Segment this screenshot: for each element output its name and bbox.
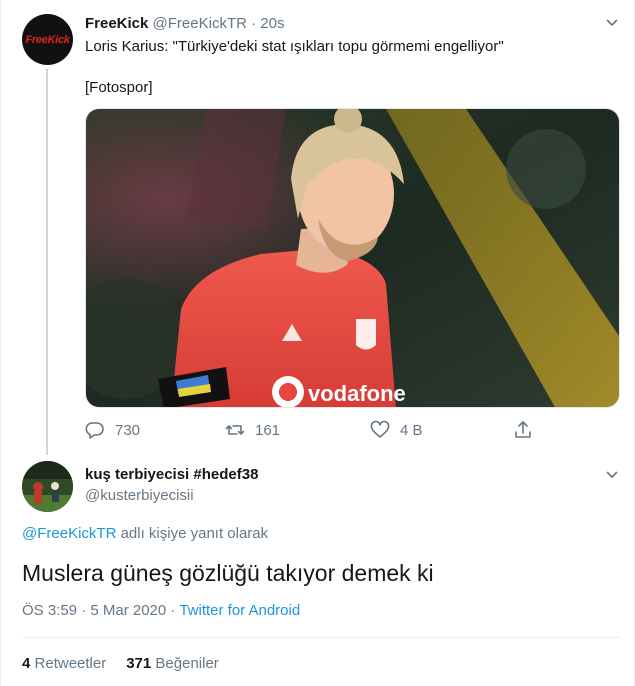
replying-to: @FreeKickTR adlı kişiye yanıt olarak xyxy=(22,525,268,542)
share-action[interactable] xyxy=(513,420,543,440)
retweets-stat[interactable]: 4 Retweetler xyxy=(22,655,106,672)
reply-client-link[interactable]: Twitter for Android xyxy=(179,602,300,619)
kusterbiyecisi-avatar[interactable] xyxy=(22,461,73,512)
chevron-down-icon[interactable] xyxy=(606,469,618,481)
tweet-photo[interactable]: vodafone xyxy=(85,108,620,408)
share-icon xyxy=(515,421,531,438)
parent-tweet-header: FreeKick @FreeKickTR · 20s xyxy=(85,14,284,34)
reply-handle[interactable]: @kusterbiyecisii xyxy=(85,487,194,504)
jersey-sponsor-text: vodafone xyxy=(308,381,406,406)
parent-tweet-actions: 730 161 4 B xyxy=(85,420,545,442)
like-action[interactable]: 4 B xyxy=(370,420,423,440)
replying-suffix: adlı kişiye yanıt olarak xyxy=(116,525,269,542)
retweet-total: 4 xyxy=(22,655,31,672)
header-separator: · xyxy=(251,15,257,32)
thread-line xyxy=(46,69,48,455)
reply-count: 730 xyxy=(115,421,141,439)
reply-display-name[interactable]: kuş terbiyecisi #hedef38 xyxy=(85,466,258,483)
parent-tweet-source: [Fotospor] xyxy=(85,79,153,96)
freekick-avatar[interactable]: FreeKick xyxy=(22,14,73,65)
reply-stats: 4 Retweetler 371 Beğeniler xyxy=(22,655,219,672)
retweet-count: 161 xyxy=(255,421,281,439)
reply-icon xyxy=(85,422,104,439)
freekick-logo-text: FreeKick xyxy=(25,33,70,46)
likes-stat[interactable]: 371 Beğeniler xyxy=(126,655,219,672)
goalkeeper-photo-illustration: vodafone xyxy=(86,109,619,407)
retweet-label: Retweetler xyxy=(34,655,107,672)
reply-tweet-text: Muslera güneş gözlüğü takıyor demek ki xyxy=(22,560,434,586)
parent-tweet-text: Loris Karius: "Türkiye'deki stat ışıklar… xyxy=(85,38,504,55)
divider xyxy=(22,637,620,638)
retweet-icon xyxy=(225,425,245,435)
reply-metadata: ÖS 3:59 · 5 Mar 2020 · Twitter for Andro… xyxy=(22,602,300,619)
tweet-detail-frame: FreeKick FreeKick @FreeKickTR · 20s Lori… xyxy=(0,0,635,686)
parent-timestamp[interactable]: 20s xyxy=(260,15,284,32)
heart-icon xyxy=(370,420,390,438)
replying-mention-link[interactable]: @FreeKickTR xyxy=(22,525,116,542)
like-count: 4 B xyxy=(400,421,423,439)
chevron-down-icon[interactable] xyxy=(606,17,618,29)
reply-timestamp[interactable]: ÖS 3:59 · 5 Mar 2020 · xyxy=(22,602,179,619)
retweet-action[interactable]: 161 xyxy=(225,420,280,440)
reply-action[interactable]: 730 xyxy=(85,420,140,440)
like-label: Beğeniler xyxy=(155,655,219,672)
parent-display-name[interactable]: FreeKick xyxy=(85,15,148,32)
like-total: 371 xyxy=(126,655,152,672)
parent-handle[interactable]: @FreeKickTR xyxy=(153,15,247,32)
avatar-photo xyxy=(22,461,73,512)
